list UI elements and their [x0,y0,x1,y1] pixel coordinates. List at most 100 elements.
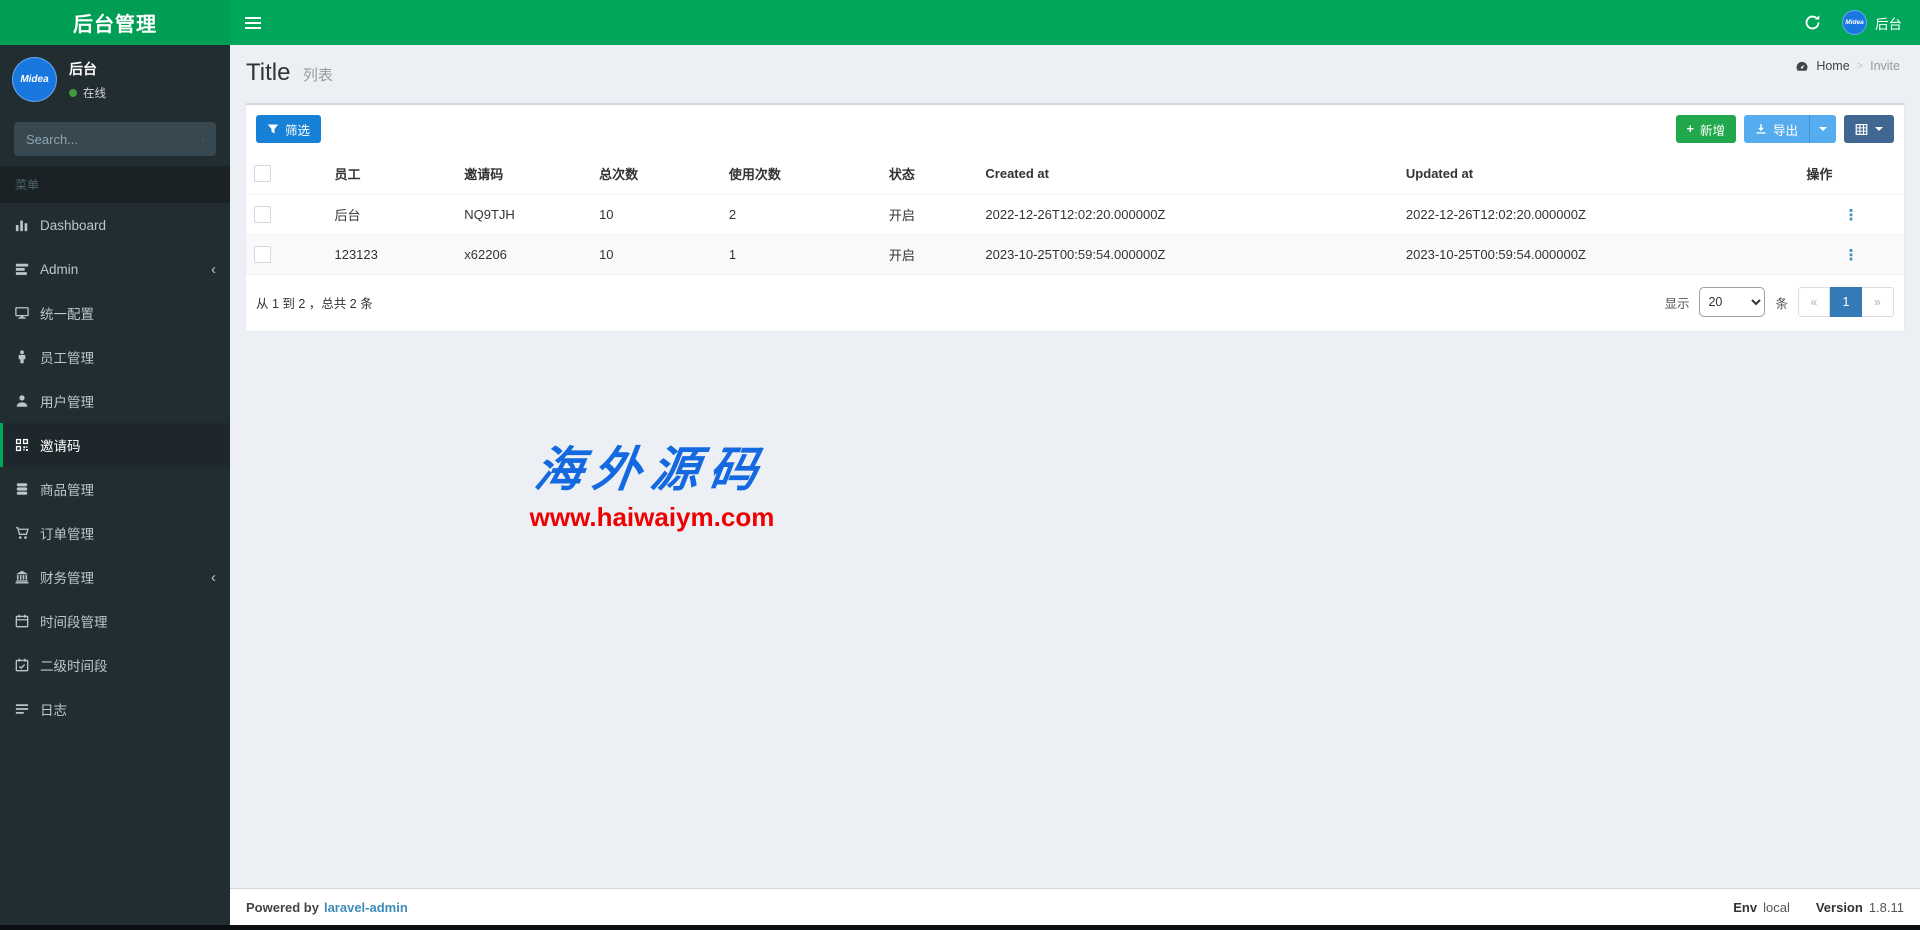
sidebar-user-status: 在线 [83,87,106,100]
per-page-label: 显示 [1664,296,1690,311]
per-page-select[interactable]: 20 [1699,287,1766,317]
per-page-unit: 条 [1775,296,1788,311]
sidebar: Midea 后台 在线 菜单 Dashboard [0,45,230,930]
filter-button[interactable]: 筛选 [256,115,322,143]
search-input[interactable] [26,131,202,147]
version-label: Version [1815,899,1863,915]
calendar-check-icon [15,658,29,672]
sidebar-item-unified-config[interactable]: 统一配置 [0,291,230,335]
sidebar-item-orders[interactable]: 订单管理 [0,511,230,555]
navbar-right: Midea 后台 [1790,0,1920,45]
table-row: 123123 x62206 10 1 开启 2023-10-25T00:59:5… [246,234,1904,275]
sidebar-item-staff[interactable]: 员工管理 [0,335,230,379]
footer: Powered by laravel-admin Env local Versi… [230,888,1920,925]
row-checkbox[interactable] [254,246,271,264]
breadcrumb-home-link[interactable]: Home [1816,59,1849,73]
watermark-url: www.haiwaiym.com [529,502,775,532]
sidebar-item-timeslot[interactable]: 时间段管理 [0,599,230,643]
row-actions-icon[interactable]: ⋮ [1844,247,1859,264]
menu-section-label: 菜单 [0,166,230,203]
col-header-invite-code: 邀请码 [456,153,592,195]
watermark: 海外源码 www.haiwaiym.com [492,430,812,533]
dashboard-gauge-icon [1796,61,1808,71]
sidebar-user-panel: Midea 后台 在线 [0,45,230,114]
calendar-icon [15,614,29,628]
plus-icon: + [1686,122,1694,136]
col-header-used: 使用次数 [720,153,881,195]
page-title: Title [246,59,291,86]
pager-page-1-button[interactable]: 1 [1830,287,1862,317]
grid-footer: 从 1 到 2 ，总共 2 条 显示 20 条 « 1 » [246,275,1904,331]
sidebar-avatar: Midea [12,57,57,102]
brand-title: 后台管理 [73,14,157,36]
breadcrumb-current: Invite [1870,59,1900,73]
table-row: 后台 NQ9TJH 10 2 开启 2022-12-26T12:02:20.00… [246,194,1904,235]
chevron-left-icon: ‹ [211,260,216,278]
powered-by-label: Powered by [246,899,319,915]
qrcode-icon [15,438,29,452]
sidebar-item-users[interactable]: 用户管理 [0,379,230,423]
version-value: 1.8.11 [1868,899,1904,915]
main-content: Title 列表 Home > Invite 筛选 + 新增 导出 员工 邀请码… [230,45,1920,888]
pager-next-button[interactable]: » [1862,287,1894,317]
tasks-icon [15,263,29,275]
topbar: 后台管理 Midea 后台 [0,0,1920,45]
col-header-actions: 操作 [1798,153,1904,195]
col-header-updated-at: Updated at [1397,153,1799,195]
content-header: Title 列表 Home > Invite [230,45,1920,95]
log-icon [15,704,29,714]
pagination-summary: 从 1 到 2 ，总共 2 条 [256,296,373,311]
sidebar-search [14,122,216,156]
user-avatar: Midea [1842,10,1867,35]
col-header-status: 状态 [880,153,978,195]
export-dropdown-button[interactable] [1809,115,1836,143]
caret-down-icon [1875,127,1883,131]
col-header-total: 总次数 [591,153,721,195]
grid-toolbar: 筛选 + 新增 导出 [246,105,1904,153]
column-selector-button[interactable] [1844,115,1894,143]
sidebar-toggle-icon[interactable] [230,0,275,45]
sidebar-item-admin[interactable]: Admin ‹ [0,247,230,291]
export-split-button: 导出 [1743,115,1836,143]
select-all-checkbox[interactable] [254,165,271,183]
chevron-left-icon: ‹ [211,568,216,586]
row-checkbox[interactable] [254,206,271,224]
pager-prev-button[interactable]: « [1798,287,1830,317]
sidebar-user-name: 后台 [69,60,97,77]
create-button[interactable]: + 新增 [1675,115,1736,143]
export-button[interactable]: 导出 [1743,115,1809,143]
row-actions-icon[interactable]: ⋮ [1844,207,1859,224]
online-status-dot [69,88,77,97]
database-icon [16,483,28,495]
download-icon [1756,124,1766,134]
sidebar-item-dashboard[interactable]: Dashboard [0,203,230,247]
user-icon [16,395,28,407]
search-icon[interactable] [202,132,204,147]
sidebar-item-logs[interactable]: 日志 [0,687,230,731]
table-header-row: 员工 邀请码 总次数 使用次数 状态 Created at Updated at… [246,153,1904,195]
brand-logo[interactable]: 后台管理 [0,0,230,45]
app-window: 后台管理 Midea 后台 Midea 后台 在线 Search... 菜单 D… [0,0,1920,930]
breadcrumb-separator: > [1856,60,1864,72]
user-menu-name: 后台 [1875,16,1902,32]
sidebar-item-finance[interactable]: 财务管理 ‹ [0,555,230,599]
sidebar-item-sub-timeslot[interactable]: 二级时间段 [0,643,230,687]
env-value: local [1763,899,1790,915]
sidebar-menu: Dashboard Admin ‹ 统一配置 员工管理 用户管理 邀请码 商品管… [0,203,230,731]
laravel-admin-link[interactable]: laravel-admin [324,900,408,915]
user-menu[interactable]: Midea 后台 [1834,0,1920,45]
desktop-icon [15,307,29,319]
caret-down-icon [1819,127,1827,131]
refresh-icon[interactable] [1790,0,1834,45]
sidebar-item-products[interactable]: 商品管理 [0,467,230,511]
breadcrumb: Home > Invite [1795,59,1900,73]
invite-codes-table: 员工 邀请码 总次数 使用次数 状态 Created at Updated at… [246,153,1904,275]
col-header-created-at: Created at [977,153,1398,195]
shopping-cart-icon [15,527,29,539]
bank-icon [15,570,29,584]
navbar: Midea 后台 [230,0,1920,45]
screen-edge [0,925,1920,930]
funnel-icon [267,124,279,134]
page-subtitle: 列表 [302,67,333,84]
sidebar-item-invite-code[interactable]: 邀请码 [0,423,230,467]
